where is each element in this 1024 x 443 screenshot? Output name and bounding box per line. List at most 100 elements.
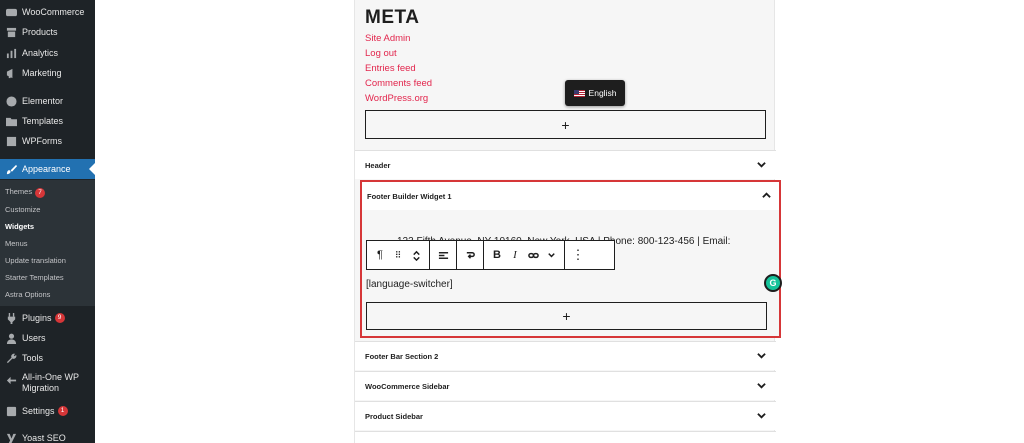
bar-chart-icon [5,47,17,59]
folder-icon [5,115,17,127]
elementor-icon [5,95,17,107]
us-flag-icon [573,89,585,97]
chevron-down-icon [757,407,766,425]
add-block-button[interactable]: + [365,110,766,139]
menu-item-products[interactable]: Products [0,22,95,42]
panel-footer-bar-section-2[interactable]: Footer Bar Section 2 [355,341,776,370]
submenu-item-widgets[interactable]: Widgets [5,222,34,231]
block-toolbar: ¶ ⠿ B I ⋮ [366,240,615,270]
submenu-item-themes[interactable]: Themes 7 [5,187,46,198]
form-icon [5,135,17,147]
menu-label: Plugins [22,313,52,323]
grammarly-icon[interactable]: G [764,274,782,292]
user-icon [5,332,17,344]
menu-item-yoast-seo[interactable]: Yoast SEO [0,428,95,443]
menu-label: Analytics [22,48,59,58]
toolbar-group-options: ⋮ [565,241,591,269]
align-left-icon[interactable] [434,244,452,266]
meta-link-entries-feed[interactable]: Entries feed [365,63,416,74]
menu-item-all-in-one-wp-migration[interactable]: All-in-One WP Migration [0,372,95,398]
panel-title: Product Sidebar [365,411,423,421]
menu-label: Marketing [22,68,62,78]
italic-button[interactable]: I [506,244,524,266]
menu-label: Templates [22,116,64,126]
meta-heading: META [365,7,420,28]
migration-icon [5,374,17,386]
menu-label: All-in-One WP Migration [22,372,79,393]
menu-item-appearance[interactable]: Appearance [0,159,95,179]
meta-link-site-admin[interactable]: Site Admin [365,33,410,44]
panel-title: Header [365,160,391,170]
panel-woocommerce-sidebar[interactable]: WooCommerce Sidebar [355,371,776,400]
submenu-item-menus[interactable]: Menus [5,239,28,248]
language-tooltip[interactable]: English [565,80,625,106]
toolbar-group-block: ¶ ⠿ [367,241,430,269]
menu-item-wpforms[interactable]: WPForms [0,131,95,151]
paintbrush-icon [5,163,17,175]
chevron-up-icon [762,187,771,205]
add-block-button[interactable]: + [366,302,767,330]
yoast-icon [5,432,17,443]
more-options-icon[interactable]: ⋮ [569,244,587,266]
archive-icon [5,26,17,38]
menu-label: Tools [22,353,44,363]
submenu-item-astra-options[interactable]: Astra Options [5,290,50,299]
menu-label: Appearance [22,164,71,174]
bold-button[interactable]: B [488,244,506,266]
chevron-down-icon [757,156,766,174]
panel-footer-builder-header[interactable]: Footer Builder Widget 1 [362,182,779,210]
menu-item-plugins[interactable]: Plugins 9 [0,308,95,328]
sliders-icon [5,405,17,417]
menu-label: Elementor [22,96,64,106]
menu-label: Settings [22,406,55,416]
submenu-item-starter-templates[interactable]: Starter Templates [5,273,64,282]
paragraph-icon[interactable]: ¶ [371,244,389,266]
wrench-icon [5,352,17,364]
menu-label: WPForms [22,136,62,146]
toolbar-group-format: B I [484,241,565,269]
chevron-down-icon [757,347,766,365]
menu-item-marketing[interactable]: Marketing [0,63,95,83]
themes-update-badge: 7 [35,188,46,198]
menu-item-templates[interactable]: Templates [0,111,95,131]
menu-item-elementor[interactable]: Elementor [0,91,95,111]
language-switcher-shortcode[interactable]: [language-switcher] [366,279,453,290]
meta-link-comments-feed[interactable]: Comments feed [365,78,432,89]
footer-builder-widget-panel: Footer Builder Widget 1 123 Fifth Avenue… [360,180,782,338]
panel-product-sidebar[interactable]: Product Sidebar [355,401,776,430]
menu-label: Products [22,27,58,37]
menu-item-settings[interactable]: Settings 1 [0,401,95,421]
toolbar-group-align [430,241,457,269]
drag-handle-icon[interactable]: ⠿ [389,244,407,266]
panel-title: WooCommerce Sidebar [365,381,450,391]
move-up-down-icon[interactable] [407,244,425,266]
settings-update-badge: 1 [57,406,68,416]
meta-link-wordpress-org[interactable]: WordPress.org [365,93,428,104]
plug-icon [5,312,17,324]
meta-link-log-out[interactable]: Log out [365,48,397,59]
language-tooltip-label: English [588,88,617,98]
menu-label: WooCommerce [22,7,85,17]
submenu-item-customize[interactable]: Customize [5,205,40,214]
menu-label: Users [22,333,46,343]
panel-header[interactable]: Header [355,150,776,179]
megaphone-icon [5,67,17,79]
panel-title: Footer Bar Section 2 [365,351,439,361]
menu-item-analytics[interactable]: Analytics [0,43,95,63]
link-icon[interactable] [524,244,542,266]
appearance-submenu: Themes 7 Customize Widgets Menus Update t… [0,180,95,306]
menu-item-tools[interactable]: Tools [0,348,95,368]
transform-icon[interactable] [461,244,479,266]
panel-title: Footer Builder Widget 1 [367,191,452,201]
chevron-down-icon [757,377,766,395]
panel-next-collapsed[interactable] [355,431,776,443]
widgets-editor: META Site Admin Log out Entries feed Com… [354,0,782,443]
menu-item-woocommerce[interactable]: WooCommerce [0,2,95,22]
menu-label: Yoast SEO [22,433,66,443]
submenu-item-update-translation[interactable]: Update translation [5,256,66,265]
admin-sidebar: WooCommerce Products Analytics Marketing… [0,0,95,443]
plugins-update-badge: 9 [54,313,65,323]
menu-item-users[interactable]: Users [0,328,95,348]
woo-icon [5,6,17,18]
chevron-down-icon[interactable] [542,244,560,266]
